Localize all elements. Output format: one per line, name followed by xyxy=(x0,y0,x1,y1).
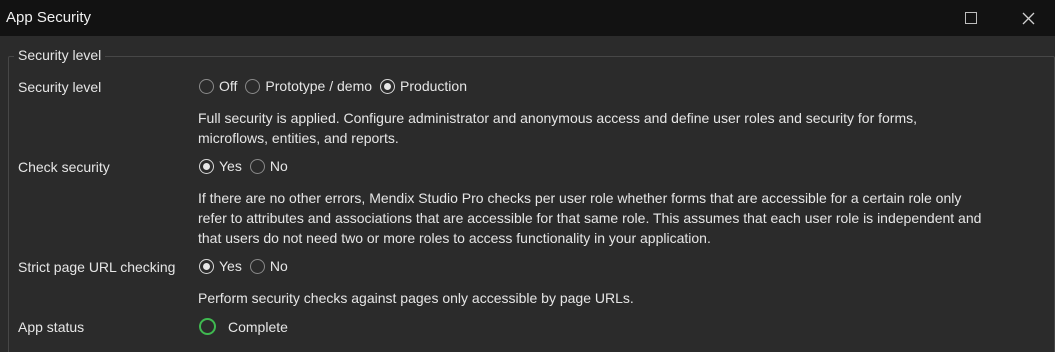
radio-label: Off xyxy=(219,78,238,94)
radio-circle xyxy=(199,158,214,174)
description-line: microflows, entities, and reports. xyxy=(198,130,399,146)
radio-label: No xyxy=(269,158,288,174)
radio-circle xyxy=(199,78,214,94)
radio-label: Yes xyxy=(219,158,242,174)
description-line: refer to attributes and associations tha… xyxy=(198,210,982,226)
security-level-label: Security level xyxy=(18,79,102,95)
radio-prototype-demo[interactable]: Prototype / demo xyxy=(245,78,372,94)
radio-check-security-no[interactable]: No xyxy=(249,158,288,174)
app-status-value: Complete xyxy=(199,318,288,335)
radio-off[interactable]: Off xyxy=(199,78,237,94)
radio-circle xyxy=(199,258,214,274)
title-bar: App Security xyxy=(0,0,1055,36)
description-line: that users do not need two or more roles… xyxy=(198,230,711,246)
radio-strict-url-no[interactable]: No xyxy=(249,258,288,274)
maximize-icon xyxy=(965,12,977,24)
radio-label: Prototype / demo xyxy=(265,78,373,94)
window-title: App Security xyxy=(6,9,92,26)
radio-circle xyxy=(380,78,396,94)
app-status-text: Complete xyxy=(228,318,288,335)
radio-production[interactable]: Production xyxy=(380,78,467,94)
app-status-label: App status xyxy=(18,319,85,335)
check-security-description: If there are no other errors, Mendix Stu… xyxy=(198,188,1033,248)
strict-url-description: Perform security checks against pages on… xyxy=(198,290,634,306)
description-line: If there are no other errors, Mendix Stu… xyxy=(198,190,962,206)
description-line: Full security is applied. Configure admi… xyxy=(198,110,918,126)
radio-circle xyxy=(249,158,265,174)
status-complete-icon xyxy=(199,318,216,335)
radio-circle xyxy=(245,78,261,94)
radio-check-security-yes[interactable]: Yes xyxy=(199,158,242,174)
security-level-description: Full security is applied. Configure admi… xyxy=(198,108,1033,148)
check-security-label: Check security xyxy=(18,159,110,175)
radio-circle xyxy=(249,258,265,274)
radio-label: No xyxy=(269,258,288,274)
maximize-button[interactable] xyxy=(948,0,994,36)
strict-url-options: Yes No xyxy=(199,258,296,274)
check-security-options: Yes No xyxy=(199,158,296,174)
group-legend: Security level xyxy=(14,47,106,63)
radio-label: Production xyxy=(400,78,467,94)
radio-label: Yes xyxy=(219,258,242,274)
close-button[interactable] xyxy=(1005,0,1051,36)
radio-strict-url-yes[interactable]: Yes xyxy=(199,258,242,274)
close-icon xyxy=(1022,12,1034,24)
strict-url-label: Strict page URL checking xyxy=(18,259,176,275)
security-level-options: Off Prototype / demo Production xyxy=(199,78,475,94)
app-security-dialog: App Security Security level Security lev… xyxy=(0,0,1055,352)
